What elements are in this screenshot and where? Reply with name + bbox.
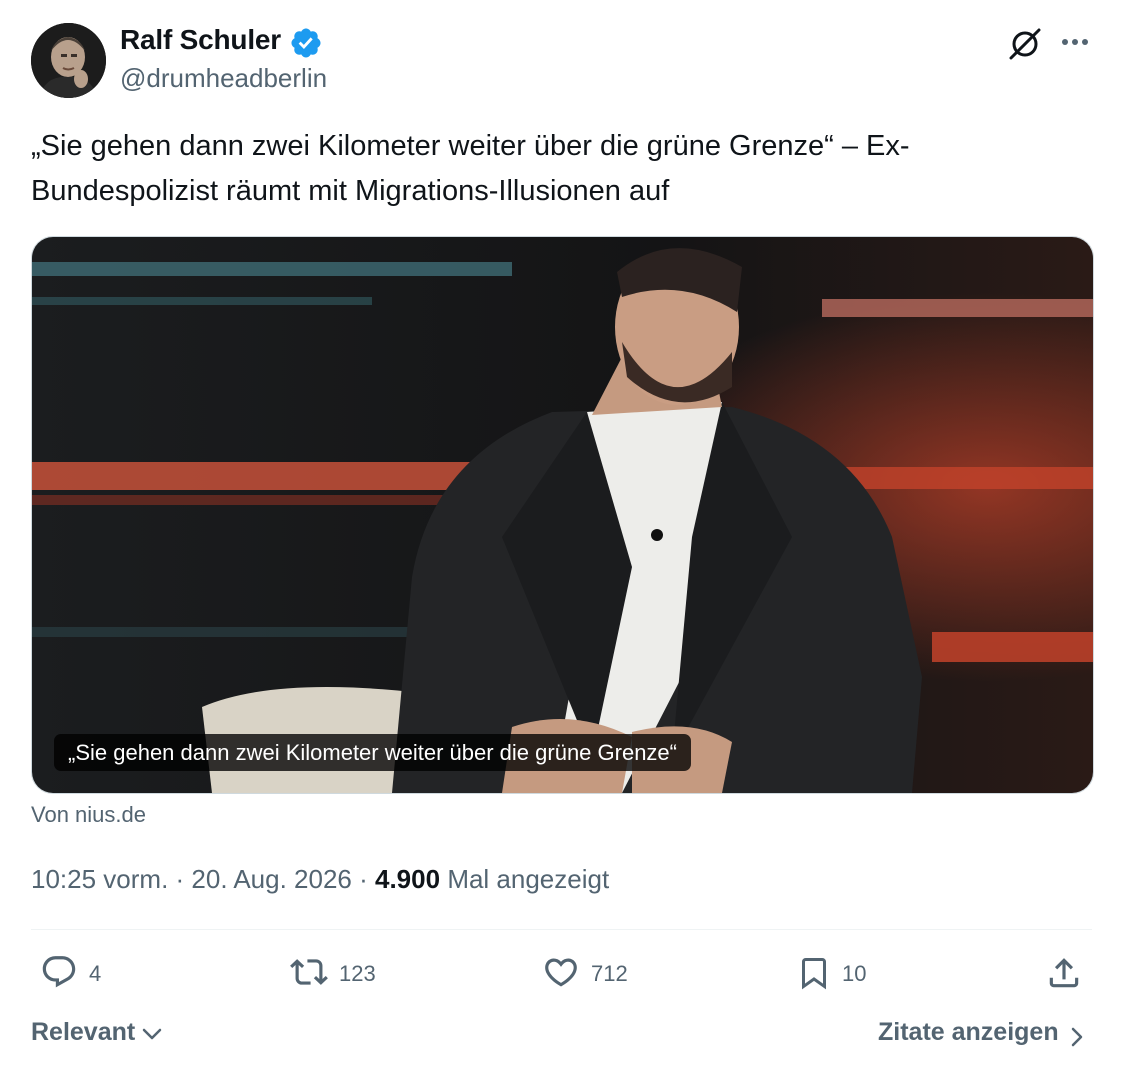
views-label: Mal angezeigt <box>447 864 610 894</box>
more-icon[interactable] <box>1058 29 1092 55</box>
meta-separator: · <box>168 864 192 894</box>
reply-count: 4 <box>89 961 102 986</box>
link-source[interactable]: Von nius.de <box>31 802 146 828</box>
tweet-text: „Sie gehen dann zwei Kilometer weiter üb… <box>31 130 910 207</box>
grok-icon[interactable] <box>1006 25 1044 63</box>
tweet: Ralf Schuler @drumheadberlin „Sie gehen … <box>0 0 1123 1072</box>
verified-badge-icon <box>291 28 321 58</box>
meta-separator: · <box>351 864 375 894</box>
reply-icon <box>42 956 76 988</box>
like-icon <box>545 958 577 987</box>
link-card-media[interactable]: „Sie gehen dann zwei Kilometer weiter üb… <box>31 236 1094 794</box>
media-image <box>32 237 1093 793</box>
sort-label: Relevant <box>31 1018 136 1046</box>
avatar[interactable] <box>31 23 106 98</box>
like-count: 712 <box>591 961 628 986</box>
quotes-label: Zitate anzeigen <box>878 1018 1059 1046</box>
like-button[interactable]: 712 <box>542 953 642 995</box>
avatar-image <box>31 23 106 98</box>
tweet-date[interactable]: 20. Aug. 2026 <box>191 864 351 894</box>
bookmark-icon <box>802 958 826 990</box>
bookmark-count: 10 <box>842 961 867 986</box>
view-quotes-link[interactable]: Zitate anzeigen <box>878 1018 1083 1047</box>
tweet-meta: 10:25 vorm. · 20. Aug. 2026 · 4.900 Mal … <box>31 864 609 895</box>
tweet-time[interactable]: 10:25 vorm. <box>31 864 168 894</box>
share-icon <box>1049 958 1079 988</box>
author-name[interactable]: Ralf Schuler <box>120 24 281 56</box>
sort-dropdown[interactable]: Relevant <box>31 1018 162 1047</box>
repost-icon <box>290 959 328 985</box>
media-caption: „Sie gehen dann zwei Kilometer weiter üb… <box>54 734 691 771</box>
views-count: 4.900 <box>375 864 441 894</box>
author-handle[interactable]: @drumheadberlin <box>120 63 327 94</box>
chevron-right-icon <box>1071 1027 1083 1047</box>
repost-count: 123 <box>339 961 376 986</box>
chevron-down-icon <box>142 1028 162 1040</box>
reply-button[interactable]: 4 <box>40 953 120 995</box>
bookmark-button[interactable]: 10 <box>796 953 876 995</box>
divider <box>31 929 1092 930</box>
repost-button[interactable]: 123 <box>288 953 388 995</box>
share-button[interactable] <box>1045 953 1085 995</box>
